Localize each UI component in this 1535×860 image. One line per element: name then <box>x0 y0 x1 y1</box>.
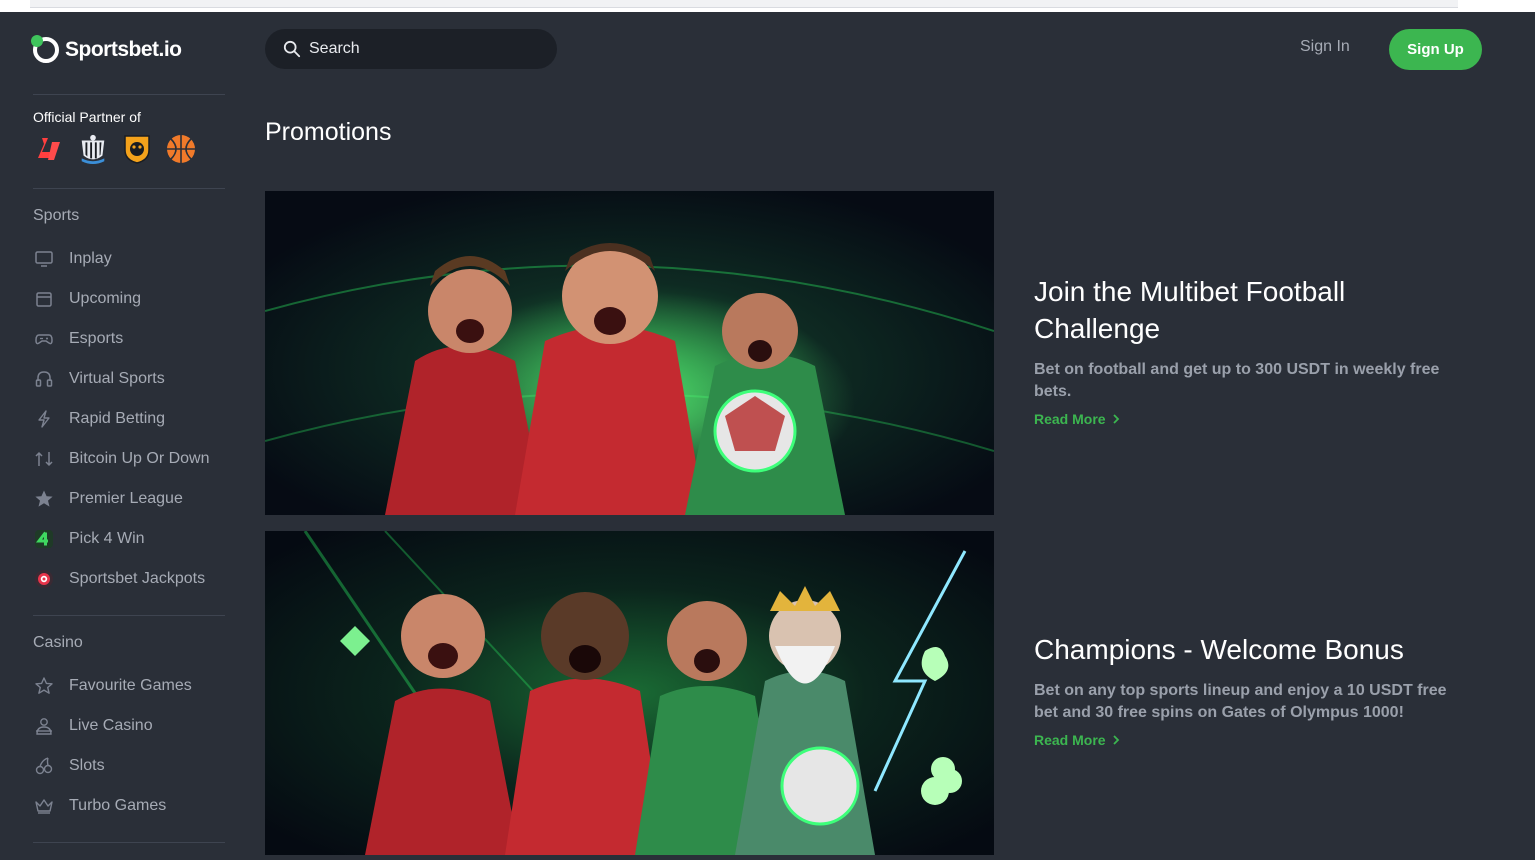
sidebar-item-rapid-betting[interactable]: Rapid Betting <box>33 399 225 439</box>
sidebar-item-sportsbet-jackpots[interactable]: Sportsbet Jackpots <box>33 559 225 599</box>
laliga-logo[interactable] <box>33 133 65 165</box>
sidebar-item-virtual-sports[interactable]: Virtual Sports <box>33 359 225 399</box>
sidebar-item-label: Live Casino <box>69 717 153 734</box>
sidebar-item-slots[interactable]: Slots <box>33 746 225 786</box>
sidebar-item-bitcoin-up-or-down[interactable]: Bitcoin Up Or Down <box>33 439 225 479</box>
sidebar-item-label: Slots <box>69 757 105 774</box>
promo-card: Join the Multibet Football Challenge Bet… <box>265 191 1485 515</box>
read-more-label: Read More <box>1034 411 1106 427</box>
promo-description: Bet on any top sports lineup and enjoy a… <box>1034 682 1447 721</box>
search-input[interactable] <box>309 40 529 58</box>
page-title: Promotions <box>265 118 392 146</box>
sidebar-item-label: Sportsbet Jackpots <box>69 570 206 587</box>
sidebar-item-favourite-games[interactable]: Favourite Games <box>33 666 225 706</box>
promo-description: Bet on football and get up to 300 USDT i… <box>1034 361 1440 400</box>
brand-logo[interactable]: Sportsbet.io <box>31 35 182 64</box>
sidebar-item-label: Bitcoin Up Or Down <box>69 450 210 467</box>
app-root: Sportsbet.io Sign In Sign Up Official Pa… <box>0 12 1535 860</box>
sidebar-item-inplay[interactable]: Inplay <box>33 239 225 279</box>
sidebar-item-label: Virtual Sports <box>69 370 165 387</box>
sidebar-item-label: Upcoming <box>69 290 142 307</box>
promo-title: Champions - Welcome Bonus <box>1034 634 1404 665</box>
sidebar-item-label: Inplay <box>69 250 112 267</box>
casino-section-title: Casino <box>33 634 83 651</box>
newcastle-logo[interactable] <box>77 133 109 165</box>
calendar-icon <box>33 288 55 310</box>
logo-icon <box>31 35 59 63</box>
promo-title: Join the Multibet Football Challenge <box>1034 276 1346 344</box>
sidebar-item-pick-4-win[interactable]: Pick 4 Win <box>33 519 225 559</box>
sign-up-button[interactable]: Sign Up <box>1389 29 1482 70</box>
crown-icon <box>33 795 55 817</box>
chevron-right-icon <box>1112 735 1119 745</box>
sidebar-item-label: Premier League <box>69 490 183 507</box>
sidebar-item-turbo-games[interactable]: Turbo Games <box>33 786 225 826</box>
monitor-icon <box>33 248 55 270</box>
partner-section: Official Partner of <box>33 95 225 188</box>
promo-text: Join the Multibet Football Challenge Bet… <box>1034 273 1474 429</box>
read-more-link[interactable]: Read More <box>1034 732 1120 748</box>
search-icon <box>283 40 301 58</box>
star-icon <box>33 488 55 510</box>
cherries-icon <box>33 755 55 777</box>
jackpot-icon <box>33 568 55 590</box>
headset-icon <box>33 368 55 390</box>
dealer-icon <box>33 715 55 737</box>
sidebar-item-label: Pick 4 Win <box>69 530 145 547</box>
sidebar-item-live-casino[interactable]: Live Casino <box>33 706 225 746</box>
chevron-right-icon <box>1112 414 1119 424</box>
sidebar-item-upcoming[interactable]: Upcoming <box>33 279 225 319</box>
sidebar-item-label: Esports <box>69 330 124 347</box>
sidebar-divider <box>33 615 225 616</box>
sidebar-divider <box>33 842 225 843</box>
pick4-icon <box>33 528 55 550</box>
sign-in-button[interactable]: Sign In <box>1300 38 1350 56</box>
lightning-icon <box>33 408 55 430</box>
sidebar-item-premier-league[interactable]: Premier League <box>33 479 225 519</box>
sports-section-title: Sports <box>33 207 80 224</box>
promo-banner-image[interactable] <box>265 191 994 515</box>
brand-name: Sportsbet.io <box>65 38 182 61</box>
sidebar-item-esports[interactable]: Esports <box>33 319 225 359</box>
updown-icon <box>33 448 55 470</box>
promo-card: Champions - Welcome Bonus Bet on any top… <box>265 531 1485 855</box>
read-more-label: Read More <box>1034 732 1106 748</box>
hull-city-logo[interactable] <box>121 133 153 165</box>
sidebar-item-label: Turbo Games <box>69 797 167 814</box>
sidebar-item-label: Rapid Betting <box>69 410 166 427</box>
read-more-link[interactable]: Read More <box>1034 411 1120 427</box>
promo-banner-image[interactable] <box>265 531 994 855</box>
search-bar[interactable] <box>265 29 557 69</box>
basketball-logo[interactable] <box>165 133 197 165</box>
promo-text: Champions - Welcome Bonus Bet on any top… <box>1034 631 1474 750</box>
sidebar: Official Partner of Sports Inplay Upcomi… <box>33 94 225 843</box>
sidebar-divider <box>33 188 225 189</box>
browser-top-strip <box>0 0 1535 12</box>
sidebar-item-label: Favourite Games <box>69 677 192 694</box>
partner-label: Official Partner of <box>33 109 141 125</box>
gamepad-icon <box>33 328 55 350</box>
star-outline-icon <box>33 675 55 697</box>
